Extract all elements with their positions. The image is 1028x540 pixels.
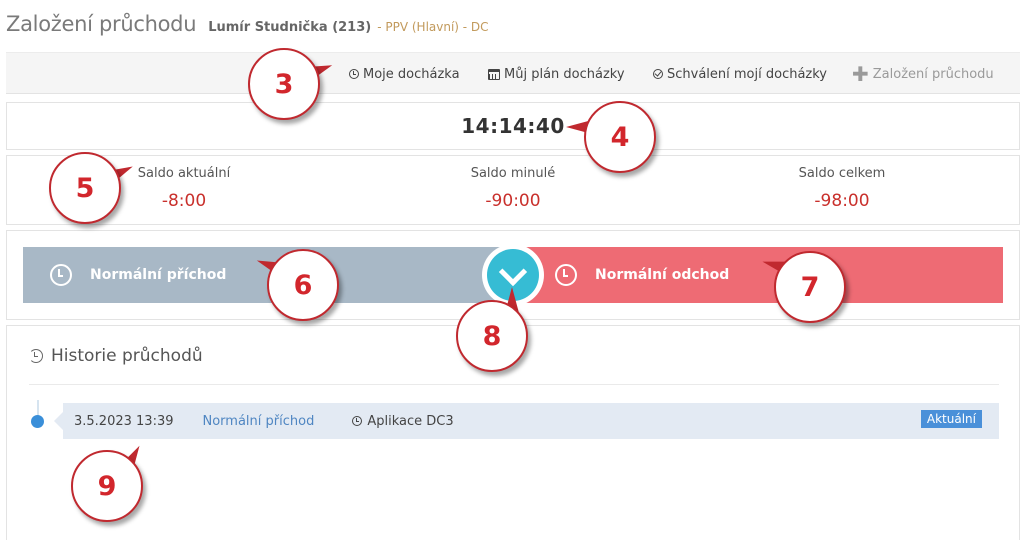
- nav-label: Můj plán docházky: [504, 66, 625, 82]
- page-title: Založení průchodu: [6, 12, 197, 36]
- saldo-previous: Saldo minulé -90:00: [413, 166, 613, 211]
- clock-icon: [555, 264, 577, 286]
- arrival-label: Normální příchod: [90, 267, 227, 283]
- user-name: Lumír Studnička (213): [208, 20, 372, 35]
- nav-zalozeni-pruchodu[interactable]: ✚ Založení průchodu: [852, 53, 994, 95]
- nav-muj-plan-dochazky[interactable]: Můj plán docházky: [488, 53, 625, 95]
- saldo-panel: Saldo aktuální -8:00 Saldo minulé -90:00…: [6, 155, 1020, 225]
- plus-icon: ✚: [852, 62, 869, 86]
- entry-source-text: Aplikace DC3: [367, 413, 454, 429]
- saldo-value: -98:00: [814, 191, 870, 211]
- clock-icon: [349, 69, 359, 79]
- callout-5: 5: [49, 152, 121, 224]
- current-badge: Aktuální: [920, 410, 982, 428]
- nav-schvaleni-dochazky[interactable]: Schválení mojí docházky: [653, 53, 827, 95]
- page-header: Založení průchodu Lumír Studnička (213) …: [6, 12, 489, 42]
- entry-type: Normální příchod: [202, 413, 315, 429]
- nav-label: Moje docházka: [363, 66, 460, 82]
- saldo-label: Saldo minulé: [470, 166, 556, 181]
- callout-9: 9: [71, 450, 143, 522]
- current-time: 14:14:40: [461, 114, 565, 138]
- nav-label: Schválení mojí docházky: [667, 66, 828, 82]
- history-title: Historie průchodů: [29, 346, 203, 366]
- timeline-dot: [31, 415, 44, 428]
- clock-icon: [50, 264, 72, 286]
- entry-time: 3.5.2023 13:39: [74, 413, 174, 429]
- calendar-icon: [488, 68, 500, 80]
- callout-3: 3: [248, 48, 320, 120]
- history-entry[interactable]: 3.5.2023 13:39 Normální příchod Aplikace…: [54, 403, 999, 439]
- saldo-value: -90:00: [485, 191, 541, 211]
- history-icon: [29, 349, 43, 363]
- history-title-text: Historie průchodů: [51, 346, 203, 366]
- callout-6: 6: [267, 249, 339, 321]
- clock-panel: 14:14:40: [6, 102, 1020, 150]
- user-meta: - PPV (Hlavní) - DC: [377, 20, 489, 34]
- toolbar: Moje docházka Můj plán docházky Schválen…: [6, 52, 1020, 94]
- nav-label: Založení průchodu: [872, 66, 994, 82]
- callout-8: 8: [456, 300, 528, 372]
- divider: [29, 384, 999, 385]
- check-circle-icon: [653, 69, 663, 79]
- entry-source: Aplikace DC3: [352, 413, 454, 429]
- callout-7: 7: [774, 251, 846, 323]
- clock-icon: [352, 416, 363, 426]
- saldo-total: Saldo celkem -98:00: [742, 166, 942, 211]
- callout-4: 4: [584, 101, 656, 173]
- saldo-label: Saldo celkem: [798, 166, 886, 181]
- nav-moje-dochazka[interactable]: Moje docházka: [349, 53, 460, 95]
- departure-label: Normální odchod: [595, 267, 730, 283]
